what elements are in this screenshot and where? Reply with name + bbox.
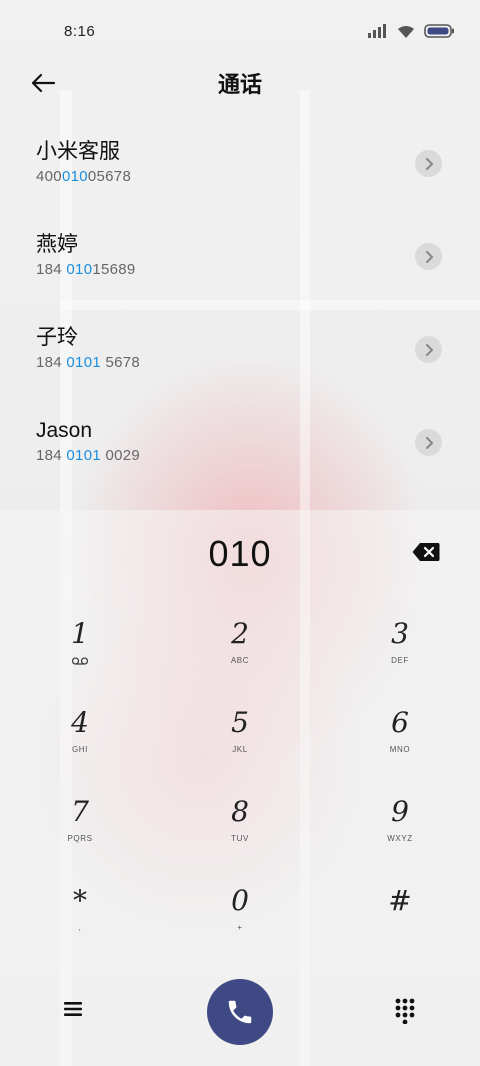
key-digit: 8 bbox=[231, 795, 249, 828]
number-prefix: 184 bbox=[36, 354, 67, 371]
number-suffix: 15689 bbox=[92, 261, 136, 278]
key-letters: JKL bbox=[232, 745, 248, 754]
chevron-right-icon bbox=[425, 436, 433, 449]
key-digit: * bbox=[73, 884, 87, 917]
number-prefix: 400 bbox=[36, 168, 62, 185]
key-4[interactable]: 4 GHI bbox=[0, 701, 160, 790]
dial-keypad: 1 2 ABC 3 DEF 4 GHI 5 JKL 6 MNO 7 PQRS 8… bbox=[0, 612, 480, 968]
contact-name: 子玲 bbox=[36, 326, 78, 349]
key-letters: MNO bbox=[389, 745, 411, 754]
key-digit: # bbox=[388, 884, 412, 917]
contact-item[interactable]: 小米客服 40001005678 bbox=[0, 138, 480, 231]
number-match: 0101 bbox=[66, 354, 101, 371]
contact-name: 小米客服 bbox=[36, 140, 120, 163]
key-7[interactable]: 7 PQRS bbox=[0, 790, 160, 879]
status-time: 8:16 bbox=[64, 22, 96, 40]
contact-detail-button[interactable] bbox=[415, 150, 442, 177]
key-letters: DEF bbox=[391, 656, 409, 665]
contact-suggestion-list: 小米客服 40001005678 燕婷 184 01015689 子玲 184 … bbox=[0, 138, 480, 510]
key-digit: 4 bbox=[71, 706, 89, 739]
contact-item[interactable]: Jason 184 0101 0029 bbox=[0, 417, 480, 510]
key-letters: PQRS bbox=[67, 834, 93, 843]
wifi-icon bbox=[398, 25, 414, 38]
key-hash[interactable]: # bbox=[320, 879, 480, 968]
contact-detail-button[interactable] bbox=[415, 243, 442, 270]
arrow-left-icon bbox=[31, 73, 56, 93]
number-match: 010 bbox=[61, 168, 88, 185]
key-1[interactable]: 1 bbox=[0, 612, 160, 701]
battery-icon bbox=[424, 24, 454, 38]
dialed-number: 010 bbox=[208, 533, 272, 574]
contact-detail-button[interactable] bbox=[415, 429, 442, 456]
dialer-bottom-bar bbox=[0, 978, 480, 1045]
key-5[interactable]: 5 JKL bbox=[160, 701, 320, 790]
contact-item[interactable]: 燕婷 184 01015689 bbox=[0, 231, 480, 324]
key-letters: + bbox=[237, 923, 243, 932]
key-star[interactable]: * , bbox=[0, 879, 160, 968]
key-digit: 1 bbox=[71, 617, 89, 650]
key-digit: 6 bbox=[391, 706, 409, 739]
call-button[interactable] bbox=[207, 979, 273, 1045]
chevron-right-icon bbox=[425, 157, 433, 170]
dialpad-icon bbox=[395, 998, 415, 1025]
number-suffix: 05678 bbox=[87, 168, 132, 185]
contact-number: 184 0101 0029 bbox=[36, 447, 480, 464]
key-9[interactable]: 9 WXYZ bbox=[320, 790, 480, 879]
number-match: 0101 bbox=[66, 447, 101, 464]
number-suffix: 0029 bbox=[100, 447, 141, 464]
key-letters: TUV bbox=[231, 834, 249, 843]
hamburger-menu-icon bbox=[64, 1002, 82, 1016]
number-prefix: 184 bbox=[36, 261, 67, 278]
key-0[interactable]: 0 + bbox=[160, 879, 320, 968]
backspace-icon bbox=[412, 543, 440, 561]
contact-name: 燕婷 bbox=[36, 233, 78, 256]
key-digit: 2 bbox=[231, 617, 249, 650]
chevron-right-icon bbox=[425, 343, 433, 356]
key-2[interactable]: 2 ABC bbox=[160, 612, 320, 701]
key-digit: 0 bbox=[231, 884, 249, 917]
menu-button[interactable] bbox=[62, 1000, 84, 1020]
contact-detail-button[interactable] bbox=[415, 336, 442, 363]
voicemail-icon bbox=[71, 657, 89, 665]
phone-icon bbox=[228, 1000, 252, 1024]
key-6[interactable]: 6 MNO bbox=[320, 701, 480, 790]
key-digit: 7 bbox=[71, 795, 89, 828]
page-title: 通话 bbox=[217, 72, 262, 97]
number-prefix: 184 bbox=[36, 447, 67, 464]
contact-number: 184 0101 5678 bbox=[36, 354, 480, 371]
status-icons bbox=[368, 24, 454, 39]
contact-item[interactable]: 子玲 184 0101 5678 bbox=[0, 324, 480, 417]
key-digit: 3 bbox=[391, 617, 409, 650]
number-suffix: 5678 bbox=[100, 354, 141, 371]
dialpad-toggle-button[interactable] bbox=[394, 998, 416, 1025]
number-match: 010 bbox=[66, 261, 93, 278]
key-letters: , bbox=[78, 923, 82, 932]
key-3[interactable]: 3 DEF bbox=[320, 612, 480, 701]
key-letters: GHI bbox=[71, 745, 89, 754]
key-digit: 5 bbox=[231, 706, 249, 739]
key-letters: ABC bbox=[230, 656, 250, 665]
key-letters: WXYZ bbox=[387, 834, 413, 843]
chevron-right-icon bbox=[425, 250, 433, 263]
status-bar: 8:16 bbox=[0, 0, 480, 62]
dialed-number-display: 010 bbox=[0, 520, 480, 588]
page-header: 通话 bbox=[0, 62, 480, 104]
key-8[interactable]: 8 TUV bbox=[160, 790, 320, 879]
backspace-button[interactable] bbox=[412, 542, 440, 562]
signal-icon bbox=[368, 24, 386, 38]
contact-number: 40001005678 bbox=[36, 168, 480, 185]
key-digit: 9 bbox=[391, 795, 409, 828]
back-button[interactable] bbox=[30, 70, 60, 96]
contact-number: 184 01015689 bbox=[36, 261, 480, 278]
contact-name: Jason bbox=[36, 419, 93, 442]
